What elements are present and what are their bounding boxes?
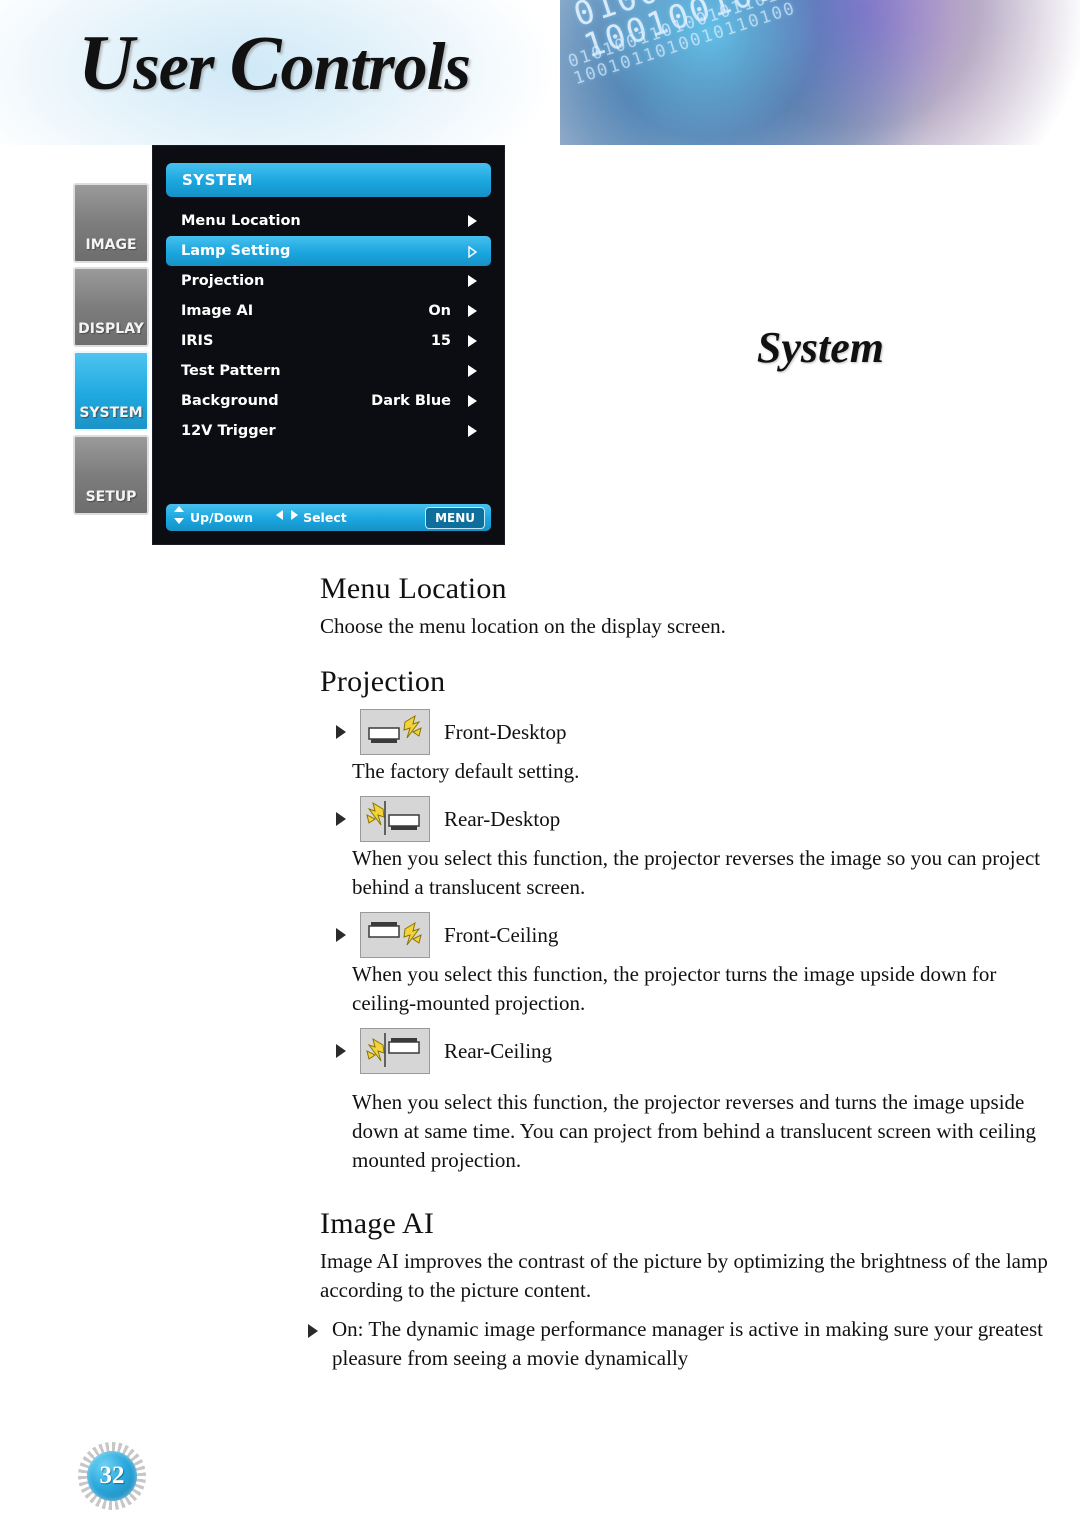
osd-tab-strip: IMAGE DISPLAY SYSTEM SETUP — [73, 183, 153, 519]
osd-row-projection[interactable]: Projection — [166, 266, 491, 296]
bullet-triangle-icon — [336, 1044, 346, 1058]
page-content: Menu Location Choose the menu location o… — [290, 572, 1050, 1373]
osd-row-background[interactable]: Background Dark Blue — [166, 386, 491, 416]
osd-row-test-pattern[interactable]: Test Pattern — [166, 356, 491, 386]
heading-projection: Projection — [320, 665, 446, 698]
paragraph-image-ai: Image AI improves the contrast of the pi… — [320, 1249, 1048, 1302]
osd-row-label: IRIS — [181, 333, 214, 349]
paragraph-menu-location: Choose the menu location on the display … — [320, 614, 726, 638]
projection-item-label: Front-Desktop — [444, 719, 567, 744]
projection-item-label: Rear-Desktop — [444, 806, 561, 831]
projection-item-desc: When you select this function, the proje… — [352, 1090, 1037, 1172]
page-title-word-2: ontrols — [280, 28, 471, 104]
osd-tab-label: DISPLAY — [78, 321, 144, 337]
page-title-word-1: ser — [133, 28, 214, 104]
page-header-banner: 1001010010 01001001011 10010010011 01010… — [0, 0, 1080, 145]
osd-tab-image[interactable]: IMAGE — [73, 183, 149, 263]
osd-screenshot: SYSTEM Menu Location Lamp Setting Projec… — [73, 143, 505, 545]
projection-item-label: Rear-Ceiling — [444, 1038, 553, 1063]
osd-row-label: Lamp Setting — [181, 243, 291, 259]
heading-image-ai: Image AI — [320, 1207, 435, 1240]
osd-tab-display[interactable]: DISPLAY — [73, 267, 149, 347]
section-heading-system: System — [756, 323, 884, 372]
osd-row-menu-location[interactable]: Menu Location — [166, 206, 491, 236]
osd-row-iris[interactable]: IRIS 15 — [166, 326, 491, 356]
projection-item-rear-ceiling: Rear-Ceiling — [336, 1028, 1050, 1074]
projection-item-label: Front-Ceiling — [444, 922, 559, 947]
osd-menu-title: SYSTEM — [182, 171, 253, 189]
page-title-initial-1: U — [78, 19, 134, 106]
osd-row-label: Test Pattern — [181, 363, 281, 379]
osd-menu-title-bar: SYSTEM — [166, 163, 491, 197]
osd-row-label: Projection — [181, 273, 265, 289]
chevron-right-icon — [468, 335, 477, 347]
chevron-right-icon — [468, 275, 477, 287]
osd-row-label: Image AI — [181, 303, 254, 319]
osd-row-12v-trigger[interactable]: 12V Trigger — [166, 416, 491, 446]
rear-ceiling-icon — [360, 1028, 430, 1074]
projection-item-front-ceiling: Front-Ceiling — [336, 912, 1050, 958]
osd-footer-bar: Up/Down Select MENU — [166, 504, 491, 531]
chevron-right-icon — [468, 425, 477, 437]
osd-row-value: 15 — [430, 333, 451, 349]
chevron-right-icon — [468, 395, 477, 407]
osd-tab-label: IMAGE — [85, 237, 137, 253]
up-down-arrows-icon — [172, 505, 186, 530]
osd-footer-select-label: Select — [303, 510, 347, 525]
osd-row-value: On — [428, 303, 451, 319]
rear-desktop-icon — [360, 796, 430, 842]
front-ceiling-icon — [360, 912, 430, 958]
osd-menu-list: Menu Location Lamp Setting Projection Im… — [166, 206, 491, 446]
osd-tab-label: SYSTEM — [79, 405, 143, 421]
left-right-arrows-icon — [275, 508, 299, 527]
page-title-initial-2: C — [229, 19, 281, 106]
projection-item-front-desktop: Front-Desktop — [336, 709, 1050, 755]
osd-tab-label: SETUP — [85, 489, 137, 505]
osd-tab-system[interactable]: SYSTEM — [73, 351, 149, 431]
page-number-disc: 32 — [87, 1451, 137, 1501]
osd-tab-setup[interactable]: SETUP — [73, 435, 149, 515]
bullet-triangle-icon — [336, 928, 346, 942]
projection-item-desc: The factory default setting. — [352, 759, 580, 783]
bullet-triangle-icon — [308, 1324, 318, 1338]
projection-item-desc: When you select this function, the proje… — [352, 846, 1041, 899]
heading-menu-location: Menu Location — [320, 572, 507, 605]
chevron-right-icon — [468, 215, 477, 227]
image-ai-bullet-on: On: The dynamic image performance manage… — [308, 1315, 1050, 1373]
bullet-triangle-icon — [336, 812, 346, 826]
projection-item-desc: When you select this function, the proje… — [352, 962, 997, 1015]
osd-panel: SYSTEM Menu Location Lamp Setting Projec… — [152, 145, 505, 545]
projection-item-rear-desktop: Rear-Desktop — [336, 796, 1050, 842]
binary-decoration: 1001010010 01001001011 10010010011 01010… — [560, 0, 1080, 145]
image-ai-bullet-text: On: The dynamic image performance manage… — [332, 1317, 1044, 1370]
page-number-text: 32 — [99, 1462, 125, 1489]
chevron-right-outline-icon — [468, 245, 477, 258]
osd-footer-updown-label: Up/Down — [190, 510, 254, 525]
osd-row-image-ai[interactable]: Image AI On — [166, 296, 491, 326]
page-number-badge: 32 — [78, 1442, 146, 1510]
osd-menu-button[interactable]: MENU — [425, 506, 485, 529]
osd-row-label: Menu Location — [181, 213, 301, 229]
osd-row-label: 12V Trigger — [181, 423, 276, 439]
front-desktop-icon — [360, 709, 430, 755]
osd-row-value: Dark Blue — [371, 393, 451, 409]
osd-row-lamp-setting[interactable]: Lamp Setting — [166, 236, 491, 266]
chevron-right-icon — [468, 365, 477, 377]
chevron-right-icon — [468, 305, 477, 317]
bullet-triangle-icon — [336, 725, 346, 739]
osd-row-label: Background — [181, 393, 279, 409]
page-title: User Controls — [78, 18, 471, 108]
